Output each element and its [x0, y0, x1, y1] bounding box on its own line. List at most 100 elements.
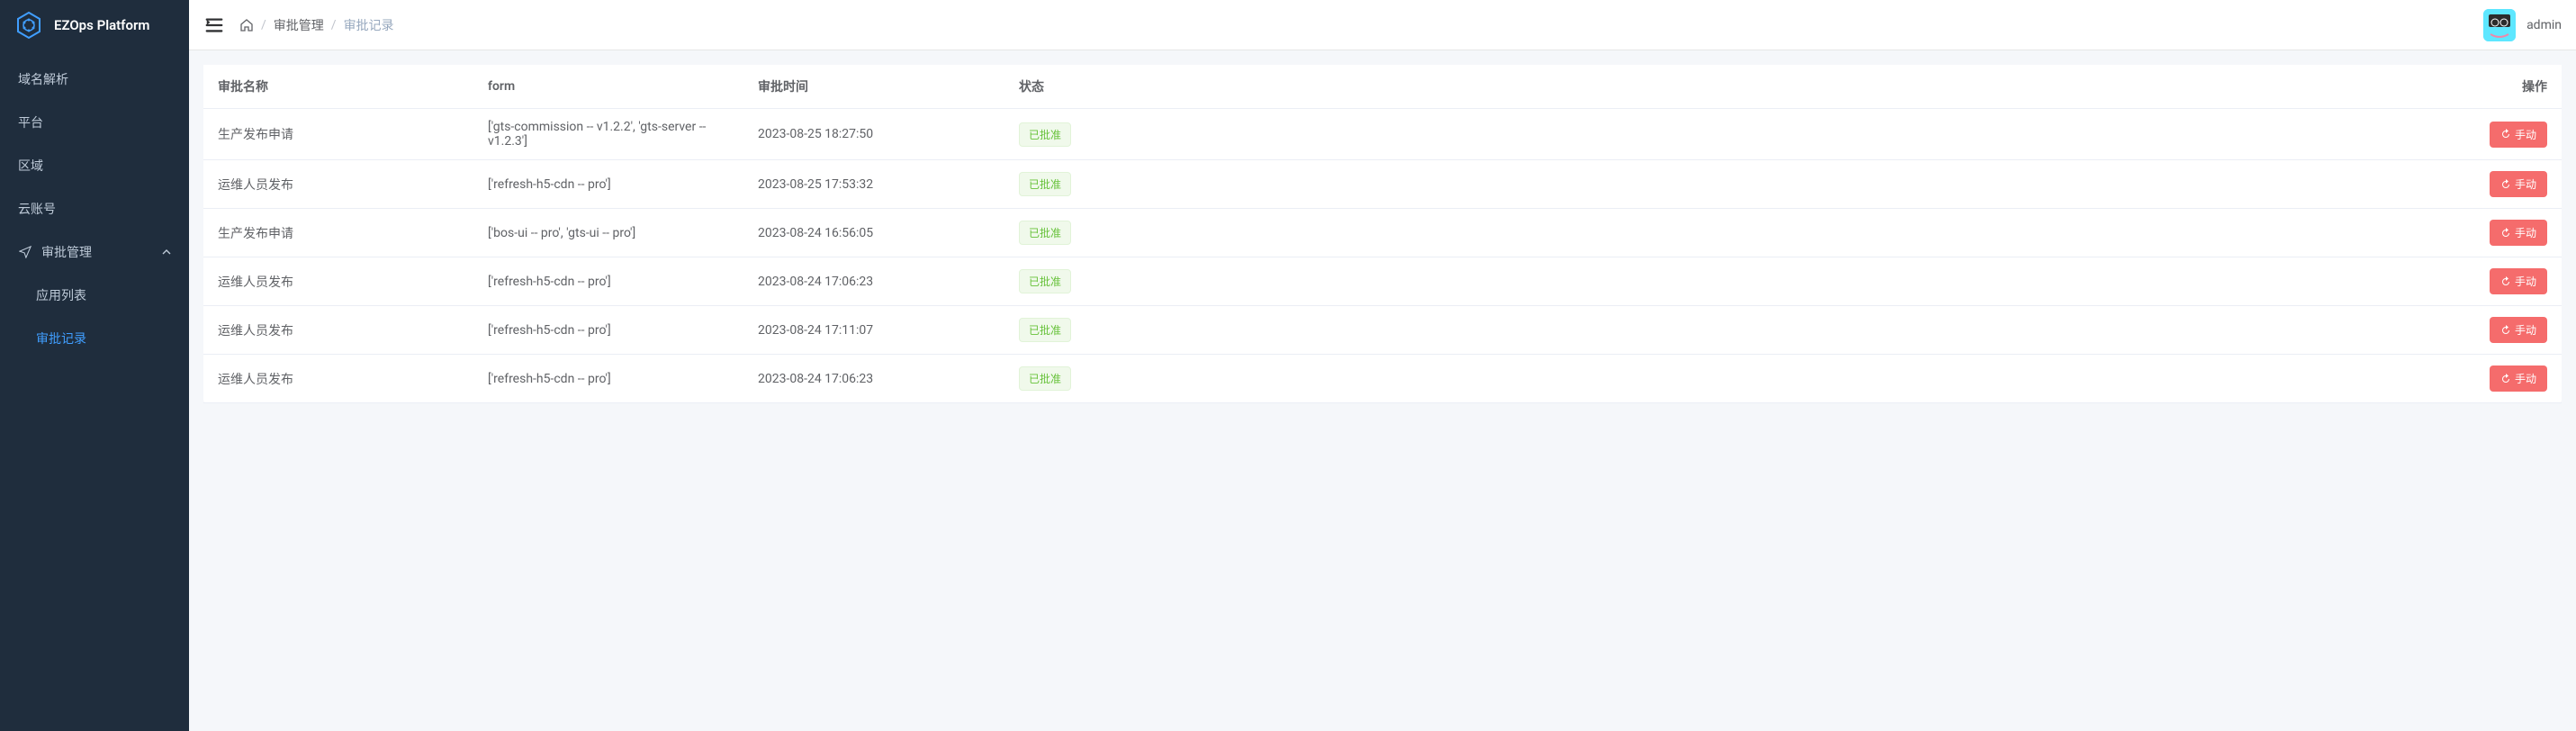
refresh-icon	[2500, 228, 2511, 239]
sidebar-menu: 域名解析 平台 区域 云账号 审批管理 应用列表 审批记录	[0, 50, 189, 360]
cell-status: 已批准	[1004, 306, 1311, 355]
table-header-action: 操作	[1311, 65, 2562, 109]
sidebar-item-dns[interactable]: 域名解析	[0, 58, 189, 101]
cell-action: 手动	[1311, 209, 2562, 257]
breadcrumb: / 审批管理 / 审批记录	[239, 16, 394, 34]
cell-name: 生产发布申请	[203, 209, 473, 257]
cell-form: ['bos-ui -- pro', 'gts-ui -- pro']	[473, 209, 743, 257]
manual-button[interactable]: 手动	[2490, 220, 2547, 246]
cell-time: 2023-08-24 17:06:23	[743, 355, 1004, 403]
sidebar-item-label: 应用列表	[36, 286, 86, 304]
table-header-name: 审批名称	[203, 65, 473, 109]
sidebar: EZOps Platform 域名解析 平台 区域 云账号 审批管理 应用列表 …	[0, 0, 189, 731]
manual-button[interactable]: 手动	[2490, 171, 2547, 197]
content: 审批名称 form 审批时间 状态 操作 生产发布申请 ['gts-commis…	[189, 50, 2576, 731]
manual-button[interactable]: 手动	[2490, 268, 2547, 294]
cell-name: 运维人员发布	[203, 160, 473, 209]
cell-status: 已批准	[1004, 257, 1311, 306]
table-row: 运维人员发布 ['refresh-h5-cdn -- pro'] 2023-08…	[203, 306, 2562, 355]
button-label: 手动	[2515, 127, 2536, 142]
brand[interactable]: EZOps Platform	[0, 0, 189, 50]
status-badge: 已批准	[1019, 366, 1071, 391]
avatar[interactable]	[2483, 9, 2516, 41]
username[interactable]: admin	[2526, 18, 2562, 32]
breadcrumb-home[interactable]	[239, 18, 254, 32]
cell-time: 2023-08-25 17:53:32	[743, 160, 1004, 209]
button-label: 手动	[2515, 371, 2536, 386]
sidebar-item-label: 域名解析	[18, 70, 68, 88]
status-badge: 已批准	[1019, 318, 1071, 342]
table-row: 生产发布申请 ['bos-ui -- pro', 'gts-ui -- pro'…	[203, 209, 2562, 257]
refresh-icon	[2500, 129, 2511, 140]
sidebar-item-app-list[interactable]: 应用列表	[0, 274, 189, 317]
status-badge: 已批准	[1019, 221, 1071, 245]
brand-logo-icon	[14, 11, 43, 40]
home-icon	[239, 18, 254, 32]
sidebar-item-approval-records[interactable]: 审批记录	[0, 317, 189, 360]
button-label: 手动	[2515, 176, 2536, 192]
breadcrumb-item-current: 审批记录	[344, 16, 394, 34]
brand-name: EZOps Platform	[54, 17, 149, 33]
approval-table: 审批名称 form 审批时间 状态 操作 生产发布申请 ['gts-commis…	[203, 65, 2562, 403]
cell-time: 2023-08-25 18:27:50	[743, 109, 1004, 160]
cell-time: 2023-08-24 17:11:07	[743, 306, 1004, 355]
sidebar-item-platform[interactable]: 平台	[0, 101, 189, 144]
button-label: 手动	[2515, 322, 2536, 338]
refresh-icon	[2500, 374, 2511, 384]
breadcrumb-separator: /	[331, 18, 337, 32]
cell-name: 运维人员发布	[203, 355, 473, 403]
sidebar-group-approval[interactable]: 审批管理	[0, 230, 189, 274]
cell-action: 手动	[1311, 109, 2562, 160]
table-header-form: form	[473, 65, 743, 109]
breadcrumb-item[interactable]: 审批管理	[274, 16, 324, 34]
cell-status: 已批准	[1004, 209, 1311, 257]
breadcrumb-separator: /	[261, 18, 266, 32]
sidebar-item-cloud-account[interactable]: 云账号	[0, 187, 189, 230]
refresh-icon	[2500, 179, 2511, 190]
status-badge: 已批准	[1019, 122, 1071, 147]
table-row: 运维人员发布 ['refresh-h5-cdn -- pro'] 2023-08…	[203, 160, 2562, 209]
cell-form: ['refresh-h5-cdn -- pro']	[473, 160, 743, 209]
refresh-icon	[2500, 325, 2511, 336]
sidebar-item-label: 云账号	[18, 200, 56, 218]
cell-action: 手动	[1311, 160, 2562, 209]
cell-time: 2023-08-24 17:06:23	[743, 257, 1004, 306]
cell-time: 2023-08-24 16:56:05	[743, 209, 1004, 257]
cell-status: 已批准	[1004, 160, 1311, 209]
button-label: 手动	[2515, 274, 2536, 289]
sidebar-item-label: 平台	[18, 113, 43, 131]
table-header-status: 状态	[1004, 65, 1311, 109]
cell-name: 生产发布申请	[203, 109, 473, 160]
sidebar-item-region[interactable]: 区域	[0, 144, 189, 187]
table-header-row: 审批名称 form 审批时间 状态 操作	[203, 65, 2562, 109]
hamburger-icon[interactable]	[203, 14, 225, 36]
sidebar-item-label: 区域	[18, 157, 43, 175]
header: / 审批管理 / 审批记录 admin	[189, 0, 2576, 50]
chevron-up-icon	[162, 249, 171, 255]
table-row: 生产发布申请 ['gts-commission -- v1.2.2', 'gts…	[203, 109, 2562, 160]
cell-action: 手动	[1311, 355, 2562, 403]
cell-form: ['refresh-h5-cdn -- pro']	[473, 306, 743, 355]
cell-status: 已批准	[1004, 355, 1311, 403]
cell-form: ['gts-commission -- v1.2.2', 'gts-server…	[473, 109, 743, 160]
table-header-time: 审批时间	[743, 65, 1004, 109]
table-row: 运维人员发布 ['refresh-h5-cdn -- pro'] 2023-08…	[203, 355, 2562, 403]
status-badge: 已批准	[1019, 269, 1071, 293]
refresh-icon	[2500, 276, 2511, 287]
sidebar-item-label: 审批记录	[36, 329, 86, 347]
button-label: 手动	[2515, 225, 2536, 240]
cell-name: 运维人员发布	[203, 257, 473, 306]
sidebar-group-label: 审批管理	[41, 243, 162, 261]
cell-action: 手动	[1311, 306, 2562, 355]
manual-button[interactable]: 手动	[2490, 366, 2547, 392]
cell-form: ['refresh-h5-cdn -- pro']	[473, 355, 743, 403]
table-panel: 审批名称 form 审批时间 状态 操作 生产发布申请 ['gts-commis…	[203, 65, 2562, 403]
table-row: 运维人员发布 ['refresh-h5-cdn -- pro'] 2023-08…	[203, 257, 2562, 306]
cell-form: ['refresh-h5-cdn -- pro']	[473, 257, 743, 306]
cell-name: 运维人员发布	[203, 306, 473, 355]
status-badge: 已批准	[1019, 172, 1071, 196]
cell-status: 已批准	[1004, 109, 1311, 160]
manual-button[interactable]: 手动	[2490, 122, 2547, 148]
manual-button[interactable]: 手动	[2490, 317, 2547, 343]
paper-plane-icon	[18, 245, 32, 259]
